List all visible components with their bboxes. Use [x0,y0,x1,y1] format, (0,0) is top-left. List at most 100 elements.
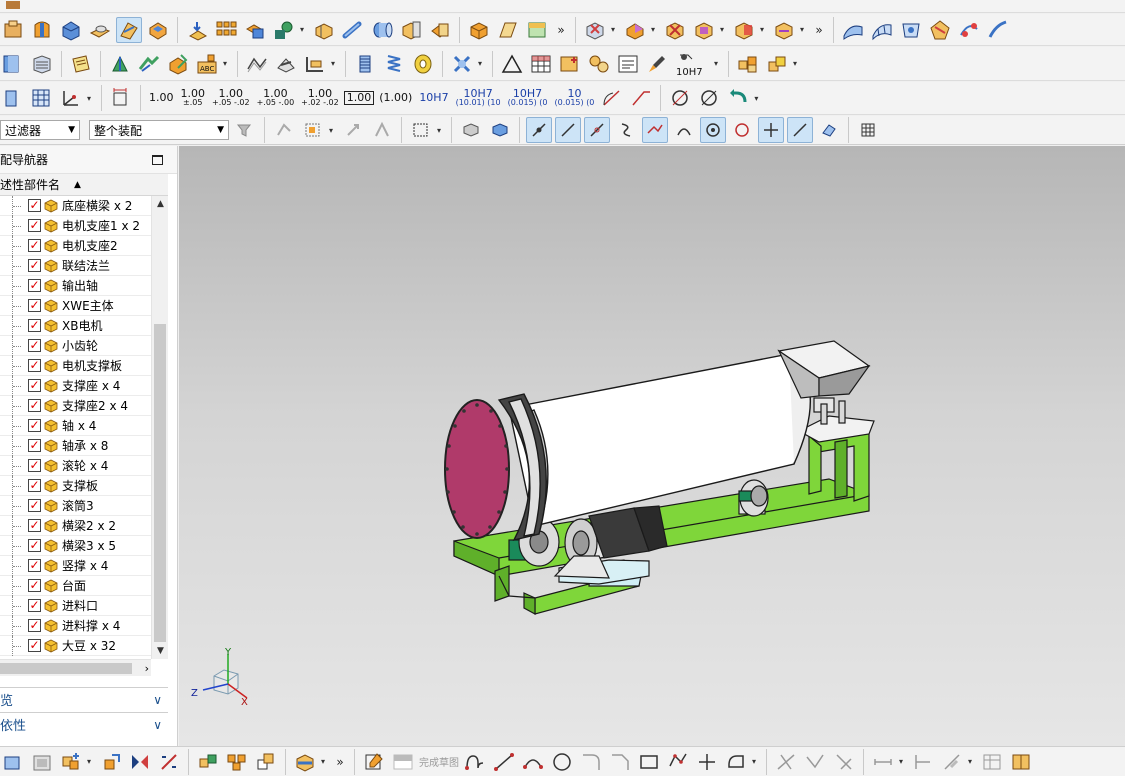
dropdown-arrow-icon[interactable]: ▾ [223,59,231,68]
snap-on-curve-icon[interactable] [787,117,813,143]
delete-face-icon[interactable] [662,17,688,43]
constraint-distance-icon[interactable] [156,749,182,775]
mirror-assembly-icon[interactable] [127,749,153,775]
assembly-constraint-icon[interactable] [195,749,221,775]
fit-tolerance-icon[interactable]: 10H7 [673,51,711,77]
table-row[interactable]: ✓ 轴 x 4 [0,415,151,436]
visibility-checkbox[interactable]: ✓ [28,639,41,652]
table-row[interactable]: ✓ 轴承 x 8 [0,435,151,456]
point-icon[interactable] [694,749,720,775]
view-triad[interactable]: Y X Z [189,646,269,716]
thread-icon[interactable] [352,51,378,77]
visibility-checkbox[interactable]: ✓ [28,219,41,232]
constraint-icon[interactable] [165,51,191,77]
dropdown-arrow-icon[interactable]: ▾ [437,126,445,135]
swept-icon[interactable] [985,17,1011,43]
more-icon[interactable]: » [811,23,827,37]
tolerance-bilateral-2[interactable]: 1.00 +.05 -.00 [255,88,297,107]
visibility-checkbox[interactable]: ✓ [28,439,41,452]
panel-preview[interactable]: 览 ∨ [0,687,168,711]
table-row[interactable]: ✓ 滚轮 x 4 [0,455,151,476]
dropdown-arrow-icon[interactable]: ▾ [651,25,659,34]
dropdown-arrow-icon[interactable]: ▾ [752,757,760,766]
rotary-drum-dryer-model[interactable] [179,146,1125,746]
thicken-icon[interactable] [524,17,550,43]
resize-face-icon[interactable] [771,17,797,43]
selection-scope-combo[interactable]: 整个装配 ▼ [89,120,229,140]
balloon-icon[interactable] [586,51,612,77]
circle-icon[interactable] [549,749,575,775]
table-row[interactable]: ✓ 小齿轮 [0,335,151,356]
view-icon[interactable] [0,85,26,111]
fit-tolerance-3[interactable]: 10H7 (0.015) (0 [506,88,550,107]
project-curve-icon[interactable] [273,51,299,77]
dropdown-arrow-icon[interactable]: ▾ [611,25,619,34]
drawing-sheet-icon[interactable] [615,51,641,77]
finish-sketch-icon[interactable] [390,749,416,775]
view-grid-icon[interactable] [29,85,55,111]
table-row[interactable]: ✓ 滚筒3 [0,495,151,516]
studio-surface-icon[interactable] [898,17,924,43]
surface-through-curves-icon[interactable] [840,17,866,43]
scrollbar-thumb[interactable] [0,663,132,674]
sketch-icon[interactable] [361,749,387,775]
fit-tolerance-4[interactable]: 10 (0.015) (0 [553,88,597,107]
visibility-checkbox[interactable]: ✓ [28,559,41,572]
brush-icon[interactable] [644,51,670,77]
reuse-library-icon[interactable] [735,51,761,77]
scroll-up-icon[interactable]: ▲ [152,196,169,212]
chamfer-sketch-icon[interactable] [607,749,633,775]
table-row[interactable]: ✓ 支撑座2 x 4 [0,395,151,416]
snap-endpoint-icon[interactable] [526,117,552,143]
undo-icon[interactable] [725,85,751,111]
surface-mesh-icon[interactable] [869,17,895,43]
polygon-icon[interactable] [665,749,691,775]
attribute-icon[interactable]: ABC [194,51,220,77]
type-filter-combo[interactable]: 过滤器 ▼ [0,120,80,140]
visibility-checkbox[interactable]: ✓ [28,259,41,272]
hole-icon[interactable] [0,0,26,12]
panel-dependencies[interactable]: 依性 ∨ [0,712,168,736]
dimension-constraint-icon[interactable] [870,749,896,775]
snap-curve-icon[interactable] [613,117,639,143]
table-row[interactable]: ✓ 底座横梁 x 2 [0,195,151,216]
revolve-icon[interactable] [29,17,55,43]
visibility-checkbox[interactable]: ✓ [28,619,41,632]
dropdown-arrow-icon[interactable]: ▾ [760,25,768,34]
scroll-down-icon[interactable]: ▼ [152,643,169,659]
table-row[interactable]: ✓ 横梁3 x 5 [0,535,151,556]
shell-icon[interactable] [145,17,171,43]
chamfer-icon[interactable] [622,17,648,43]
table-row[interactable]: ✓ 进料口 [0,595,151,616]
replace-face-icon[interactable] [691,17,717,43]
tolerance-bilateral-3[interactable]: 1.00 +.02 -.02 [299,88,341,107]
table-row[interactable]: ✓ 台面 [0,575,151,596]
select-move-icon[interactable] [340,117,366,143]
note-icon[interactable] [68,51,94,77]
dropdown-arrow-icon[interactable]: ▾ [300,25,308,34]
quick-extend-icon[interactable] [802,749,828,775]
snap-quadrant-icon[interactable] [729,117,755,143]
layer-settings-icon[interactable] [29,51,55,77]
quick-trim-icon[interactable] [773,749,799,775]
table-row[interactable]: ✓ 电机支座1 x 2 [0,215,151,236]
washer-icon[interactable] [410,51,436,77]
table-row[interactable]: ✓ 输出轴 [0,275,151,296]
snap-line-icon[interactable] [555,117,581,143]
draft-icon[interactable] [116,16,142,43]
dropdown-arrow-icon[interactable]: ▾ [754,94,762,103]
more-icon[interactable]: » [332,755,348,769]
visibility-checkbox[interactable]: ✓ [28,339,41,352]
table-icon[interactable] [528,51,554,77]
visibility-checkbox[interactable]: ✓ [28,359,41,372]
visibility-checkbox[interactable]: ✓ [28,579,41,592]
fit-tolerance-1[interactable]: 10H7 [417,92,450,103]
move-component-icon[interactable] [136,51,162,77]
snap-face-icon[interactable] [816,117,842,143]
display-constraints-icon[interactable] [939,749,965,775]
visibility-checkbox[interactable]: ✓ [28,299,41,312]
visibility-checkbox[interactable]: ✓ [28,499,41,512]
assembly-load-icon[interactable] [29,749,55,775]
table-row[interactable]: ✓ 进料撑 x 4 [0,615,151,636]
assembly-icon[interactable] [0,749,26,775]
